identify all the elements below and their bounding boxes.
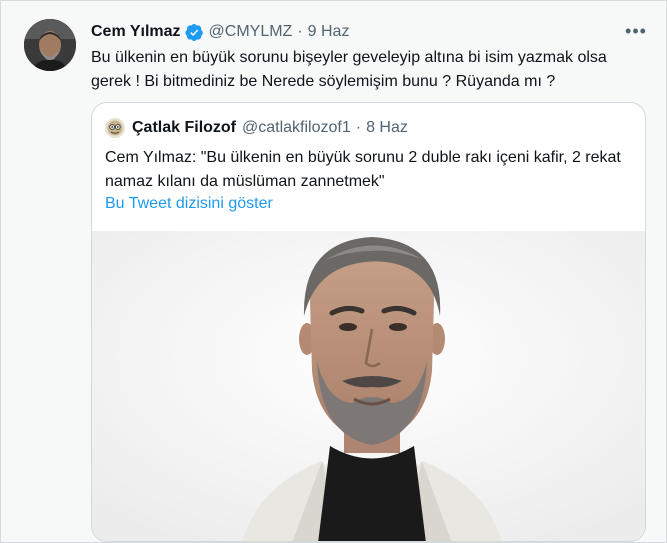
quoted-avatar-image xyxy=(105,118,125,138)
show-thread-link[interactable]: Bu Tweet dizisini göster xyxy=(105,192,273,216)
quoted-author-avatar[interactable] xyxy=(105,118,125,138)
header-separator: · xyxy=(297,23,303,40)
quoted-tweet-date: 8 Haz xyxy=(366,119,408,136)
verified-badge-icon xyxy=(184,23,204,42)
quoted-author-handle: @catlakfilozof1 xyxy=(242,119,351,136)
quoted-tweet-photo[interactable] xyxy=(92,231,645,541)
author-handle[interactable]: @CMYLMZ xyxy=(209,23,293,41)
more-options-icon[interactable]: ••• xyxy=(619,18,653,44)
tweet-date[interactable]: 9 Haz xyxy=(308,23,350,41)
author-name[interactable]: Cem Yılmaz xyxy=(91,23,181,41)
author-avatar[interactable] xyxy=(24,19,76,71)
quoted-tweet-text: Cem Yılmaz: "Bu ülkenin en büyük sorunu … xyxy=(105,149,621,190)
tweet-header: Cem Yılmaz @CMYLMZ · 9 Haz xyxy=(91,21,349,43)
quoted-header-separator: · xyxy=(355,119,362,136)
screenshot-frame: Cem Yılmaz @CMYLMZ · 9 Haz ••• Bu ülkeni… xyxy=(0,0,667,543)
quoted-tweet[interactable]: Çatlak Filozof @catlakfilozof1 · 8 Haz C… xyxy=(91,102,646,542)
author-avatar-image xyxy=(24,19,76,71)
portrait-photo xyxy=(92,231,645,541)
tweet[interactable]: Cem Yılmaz @CMYLMZ · 9 Haz ••• Bu ülkeni… xyxy=(1,1,666,542)
tweet-text: Bu ülkenin en büyük sorunu bişeyler geve… xyxy=(91,49,607,90)
quoted-tweet-header: Çatlak Filozof @catlakfilozof1 · 8 Haz xyxy=(105,117,408,139)
quoted-author-name: Çatlak Filozof xyxy=(132,119,237,136)
